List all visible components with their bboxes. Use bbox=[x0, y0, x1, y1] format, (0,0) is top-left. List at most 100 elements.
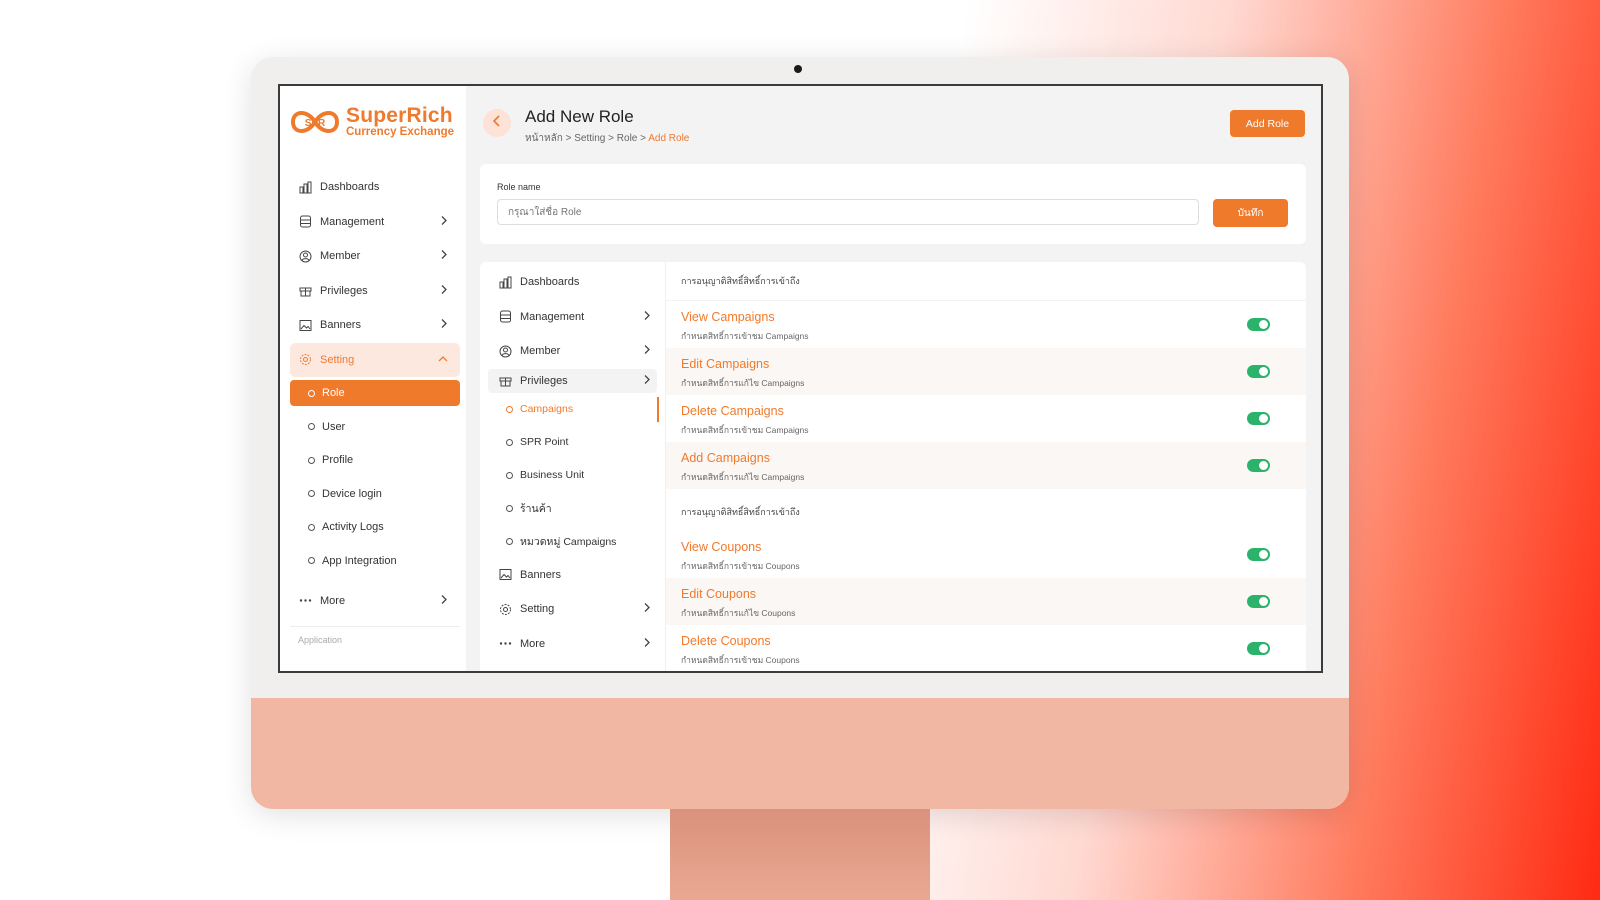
permission-row: Edit Campaigns กำหนดสิทธิ์การแก้ไข Campa… bbox=[666, 348, 1306, 395]
sidebar-item-privileges[interactable]: Privileges bbox=[290, 274, 460, 309]
role-name-input[interactable] bbox=[497, 199, 1199, 225]
permission-toggle[interactable] bbox=[1247, 642, 1270, 655]
page-title: Add New Role bbox=[525, 107, 634, 126]
perm-sub-campaign-categories[interactable]: หมวดหมู่ Campaigns bbox=[480, 525, 665, 558]
perm-menu-label: Setting bbox=[520, 603, 555, 616]
gift-icon bbox=[498, 373, 513, 388]
circle-bullet-icon bbox=[308, 557, 315, 565]
perm-sub-spr-point[interactable]: SPR Point bbox=[480, 426, 665, 459]
permission-toggle[interactable] bbox=[1247, 318, 1270, 331]
circle-bullet-icon bbox=[506, 537, 513, 545]
perm-menu-label: Dashboards bbox=[520, 276, 580, 289]
sub-label: User bbox=[322, 420, 346, 433]
permission-toggle[interactable] bbox=[1247, 548, 1270, 561]
permissions-card: Dashboards Management Member Privileges … bbox=[480, 262, 1306, 671]
permission-title: View Campaigns bbox=[681, 310, 775, 324]
sidebar-item-member[interactable]: Member bbox=[290, 239, 460, 274]
divider bbox=[290, 626, 460, 627]
image-icon bbox=[298, 318, 313, 333]
sidebar-sub-activity-logs[interactable]: Activity Logs bbox=[290, 511, 460, 545]
chevron-right-icon bbox=[643, 603, 651, 616]
permission-row: View Coupons กำหนดสิทธิ์การเข้าชม Coupon… bbox=[666, 531, 1306, 578]
perm-menu-label: Privileges bbox=[520, 374, 568, 387]
camera-dot bbox=[794, 65, 802, 73]
circle-bullet-icon bbox=[506, 504, 513, 512]
role-name-label: Role name bbox=[497, 182, 541, 192]
perm-menu-management[interactable]: Management bbox=[480, 300, 665, 335]
chevron-right-icon bbox=[643, 345, 651, 358]
sidebar-sub-profile[interactable]: Profile bbox=[290, 444, 460, 478]
perm-menu-label: More bbox=[520, 637, 546, 650]
perm-menu-more[interactable]: More bbox=[480, 627, 665, 662]
permission-list: การอนุญาติสิทธิ์สิทธิ์การเข้าถึง View Ca… bbox=[666, 262, 1306, 671]
perm-menu-setting[interactable]: Setting bbox=[480, 592, 665, 627]
permission-toggle[interactable] bbox=[1247, 595, 1270, 608]
sidebar-sub-device-login[interactable]: Device login bbox=[290, 477, 460, 511]
circle-bullet-icon bbox=[506, 471, 513, 479]
brand-title: SuperRich bbox=[346, 104, 453, 128]
sidebar: SPR SuperRich Currency Exchange Dashboar… bbox=[280, 86, 466, 671]
permission-row: Delete Campaigns กำหนดสิทธิ์การเข้าชม Ca… bbox=[666, 395, 1306, 442]
perm-sub-label: Business Unit bbox=[520, 469, 585, 481]
chevron-right-icon bbox=[440, 284, 448, 297]
circle-bullet-icon bbox=[308, 423, 315, 431]
sidebar-item-label: Dashboards bbox=[320, 181, 380, 194]
sidebar-sub-user[interactable]: User bbox=[290, 410, 460, 444]
image-icon bbox=[498, 567, 513, 582]
circle-bullet-icon bbox=[308, 523, 315, 531]
permission-title: Add Campaigns bbox=[681, 451, 770, 465]
role-name-card: Role name บันทึก bbox=[480, 164, 1306, 244]
permission-row: View Campaigns กำหนดสิทธิ์การเข้าชม Camp… bbox=[666, 301, 1306, 348]
breadcrumb-role[interactable]: Role bbox=[617, 133, 638, 144]
bar-chart-icon bbox=[498, 275, 513, 290]
perm-menu-banners[interactable]: Banners bbox=[480, 558, 665, 593]
sidebar-item-dashboards[interactable]: Dashboards bbox=[290, 170, 460, 205]
perm-menu-label: Management bbox=[520, 310, 585, 323]
sidebar-sub-app-integration[interactable]: App Integration bbox=[290, 544, 460, 578]
permission-row: Delete Coupons กำหนดสิทธิ์การเข้าชม Coup… bbox=[666, 625, 1306, 671]
permission-toggle[interactable] bbox=[1247, 365, 1270, 378]
sub-label: Profile bbox=[322, 454, 354, 467]
back-button[interactable] bbox=[483, 109, 511, 137]
perm-sub-label: Campaigns bbox=[520, 403, 574, 415]
sidebar-item-banners[interactable]: Banners bbox=[290, 308, 460, 343]
perm-menu-label: Member bbox=[520, 345, 561, 358]
perm-sub-shops[interactable]: ร้านค้า bbox=[480, 492, 665, 525]
main-nav: Dashboards Management Member Privileges … bbox=[290, 170, 460, 645]
circle-bullet-icon bbox=[506, 405, 513, 413]
permission-toggle[interactable] bbox=[1247, 459, 1270, 472]
brand-logo[interactable]: SPR SuperRich Currency Exchange bbox=[290, 104, 454, 140]
circle-bullet-icon bbox=[308, 389, 315, 397]
database-icon bbox=[498, 309, 513, 324]
permission-desc: กำหนดสิทธิ์การเข้าชม Campaigns bbox=[681, 331, 809, 341]
permission-desc: กำหนดสิทธิ์การแก้ไข Campaigns bbox=[681, 472, 805, 482]
perm-menu-member[interactable]: Member bbox=[480, 334, 665, 369]
sidebar-item-management[interactable]: Management bbox=[290, 205, 460, 240]
breadcrumb-setting[interactable]: Setting bbox=[574, 133, 605, 144]
perm-menu-privileges[interactable]: Privileges bbox=[488, 368, 657, 393]
chevron-left-icon bbox=[492, 114, 502, 132]
chevron-up-icon bbox=[438, 354, 448, 366]
sidebar-item-more[interactable]: More bbox=[290, 584, 460, 619]
add-role-button[interactable]: Add Role bbox=[1230, 110, 1305, 137]
circle-bullet-icon bbox=[308, 490, 315, 498]
perm-menu-dashboards[interactable]: Dashboards bbox=[480, 265, 665, 300]
permission-toggle[interactable] bbox=[1247, 412, 1270, 425]
breadcrumb-home[interactable]: หน้าหลัก bbox=[525, 133, 563, 144]
spr-logo-icon: SPR bbox=[290, 104, 340, 140]
chevron-right-icon bbox=[643, 374, 651, 387]
sidebar-item-label: More bbox=[320, 594, 346, 607]
sidebar-sub-role[interactable]: Role bbox=[290, 380, 460, 406]
section-title-coupons: การอนุญาติสิทธิ์สิทธิ์การเข้าถึง bbox=[681, 507, 800, 517]
sidebar-item-setting[interactable]: Setting bbox=[290, 342, 460, 377]
permission-desc: กำหนดสิทธิ์การเข้าชม Campaigns bbox=[681, 425, 809, 435]
perm-sub-business-unit[interactable]: Business Unit bbox=[480, 459, 665, 492]
perm-sub-label: SPR Point bbox=[520, 436, 569, 448]
save-button[interactable]: บันทึก bbox=[1213, 199, 1288, 227]
user-circle-icon bbox=[498, 344, 513, 359]
brand-subtitle: Currency Exchange bbox=[346, 126, 455, 139]
sub-label: Device login bbox=[322, 487, 382, 500]
permission-desc: กำหนดสิทธิ์การเข้าชม Coupons bbox=[681, 655, 800, 665]
chevron-right-icon bbox=[440, 250, 448, 263]
perm-sub-campaigns[interactable]: Campaigns bbox=[480, 393, 665, 426]
